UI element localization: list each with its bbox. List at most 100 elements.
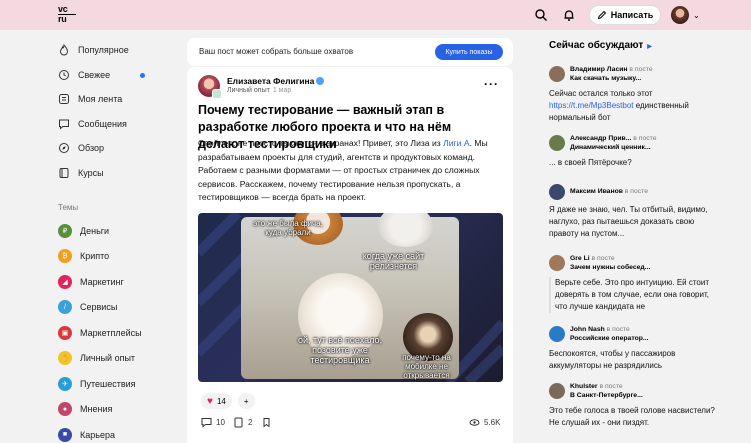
comment-link[interactable]: https://t.me/Mp3Bestbot — [549, 101, 633, 110]
comment-in: в посте — [624, 188, 648, 195]
meme-caption-top-right: когда уже сайт релизнется — [362, 251, 425, 271]
logo[interactable]: vc ru — [58, 5, 76, 24]
plane-icon: ✈ — [58, 376, 72, 391]
add-reaction-label: + — [243, 396, 249, 406]
chevron-down-icon[interactable]: ⌄ — [693, 11, 700, 20]
bookmark-button[interactable] — [261, 417, 272, 428]
comment-post-title[interactable]: Как скачать музыку... — [570, 75, 641, 82]
post-image-meme[interactable]: это же была фича, куда убрали когда уже … — [198, 213, 503, 382]
theme-item-personal[interactable]: ✋ Личный опыт — [58, 346, 178, 372]
pencil-icon — [597, 10, 606, 20]
theme-item-marketplaces[interactable]: ▣ Маркетплейсы — [58, 320, 178, 346]
heart-icon: ♥ — [207, 395, 213, 407]
comment-text: Это тебе голоса в твоей голове насвистел… — [549, 406, 715, 427]
comment-text: Верьте себе. Это про интуицию. Ей стоит … — [549, 277, 719, 313]
comment-item[interactable]: Владимир Ласин в посте Как скачать музык… — [549, 66, 724, 126]
sidebar-item-label: Свежее — [78, 69, 111, 80]
comment-author[interactable]: Максим Иванов — [570, 188, 623, 195]
comment-author[interactable]: Александр Прив... — [570, 135, 631, 142]
bell-icon[interactable] — [562, 8, 576, 22]
theme-label: Деньги — [80, 225, 110, 236]
comment-text: ... в своей Пятёрочке? — [549, 158, 632, 167]
discussion-title: Сейчас обсуждают — [549, 40, 644, 51]
like-reaction[interactable]: ♥ 14 — [201, 393, 232, 409]
reactions-bar: ♥ 14 + — [201, 393, 255, 409]
top-bar: vc ru Написать ⌄ — [0, 0, 751, 30]
avatar[interactable] — [549, 66, 565, 82]
post-body-text: Спойлер: не просто тыкаются в экранах! П… — [198, 138, 444, 148]
theme-item-services[interactable]: / Сервисы — [58, 295, 178, 321]
arrow-right-icon: ▶ — [647, 44, 652, 50]
author-name[interactable]: Елизавета Фелигина — [227, 76, 325, 86]
search-icon[interactable] — [534, 8, 548, 22]
write-button-label: Написать — [610, 10, 654, 20]
theme-label: Маркетплейсы — [80, 327, 142, 338]
comment-author[interactable]: Владимир Ласин — [570, 66, 628, 73]
themes-heading: Темы — [58, 203, 79, 212]
comment-author[interactable]: Gre Li — [570, 255, 590, 262]
sidebar-item-my-feed[interactable]: Моя лента — [58, 87, 178, 112]
clock-icon — [59, 69, 69, 80]
comment-text: Я даже не знаю, чел. Ты отбитый, видимо,… — [549, 205, 708, 238]
theme-label: Сервисы — [80, 302, 118, 313]
write-button[interactable]: Написать — [589, 5, 661, 25]
feed-icon — [59, 94, 69, 105]
post-body-link[interactable]: Лиги А — [443, 138, 470, 148]
shopping-bag-icon: ▣ — [58, 325, 72, 340]
discussion-heading[interactable]: Сейчас обсуждают ▶ — [549, 40, 652, 51]
theme-item-crypto[interactable]: ₿ Крипто — [58, 244, 178, 270]
post-actions: 10 2 5.6K — [201, 417, 501, 431]
more-options-icon[interactable]: ··· — [484, 77, 499, 91]
comment-post-title[interactable]: Российские оператор... — [570, 335, 649, 342]
theme-item-opinions[interactable]: ● Мнения — [58, 397, 178, 423]
comments-button[interactable]: 10 — [201, 417, 225, 428]
post-category[interactable]: Личный опыт — [227, 87, 270, 94]
views-count: 5.6K — [484, 418, 501, 427]
meme-caption-bottom-left: ой, тут всё поехало, позовите уже тестир… — [297, 335, 382, 365]
sidebar-item-fresh[interactable]: Свежее — [58, 63, 178, 88]
services-icon: / — [58, 300, 72, 315]
comment-item[interactable]: Gre Li в посте Зачем нужны собесед... Ве… — [549, 255, 724, 320]
avatar[interactable] — [549, 255, 565, 271]
sidebar-item-popular[interactable]: Популярное — [58, 38, 178, 63]
megaphone-icon: ◢ — [58, 274, 72, 289]
avatar[interactable] — [549, 135, 565, 151]
add-reaction-button[interactable]: + — [237, 393, 255, 409]
theme-item-career[interactable]: ■ Карьера — [58, 422, 178, 443]
bitcoin-icon: ₿ — [58, 249, 72, 264]
money-icon: ₽ — [58, 223, 72, 238]
repost-icon — [234, 417, 243, 428]
comment-item[interactable]: Максим Иванов в посте Я даже не знаю, че… — [549, 184, 724, 244]
bookmark-icon — [263, 418, 270, 428]
theme-item-marketing[interactable]: ◢ Маркетинг — [58, 269, 178, 295]
user-avatar[interactable] — [671, 6, 689, 24]
comment-post-title[interactable]: В Санкт-Петербурге... — [570, 392, 643, 399]
avatar[interactable] — [549, 326, 565, 342]
comment-author[interactable]: John Nash — [570, 326, 605, 333]
comment-item[interactable]: John Nash в посте Российские оператор...… — [549, 326, 724, 376]
repost-button[interactable]: 2 — [233, 417, 252, 428]
sidebar-item-label: Сообщения — [78, 118, 127, 129]
sidebar-item-overview[interactable]: Обзор — [58, 136, 178, 161]
comment-header: Khulster в посте — [570, 383, 623, 390]
comment-author[interactable]: Khulster — [570, 383, 598, 390]
theme-label: Крипто — [80, 251, 110, 262]
post-time: 1 мар — [272, 87, 292, 94]
sidebar-item-courses[interactable]: Курсы — [58, 161, 178, 186]
theme-label: Мнения — [80, 404, 113, 415]
avatar[interactable] — [549, 383, 565, 399]
avatar[interactable] — [549, 184, 565, 200]
logo-top: vc — [58, 4, 68, 14]
buy-impressions-button[interactable]: Купить показы — [435, 44, 503, 60]
comment-item[interactable]: Khulster в посте В Санкт-Петербурге... Э… — [549, 383, 724, 443]
sidebar-item-messages[interactable]: Сообщения — [58, 112, 178, 137]
comment-item[interactable]: Александр Прив... в посте Динамический ц… — [549, 135, 724, 175]
theme-item-travel[interactable]: ✈ Путешествия — [58, 371, 178, 397]
comment-header: Максим Иванов в посте — [570, 188, 648, 195]
reposts-count: 2 — [248, 418, 253, 427]
comment-post-title[interactable]: Динамический ценник... — [570, 144, 651, 151]
comment-header: Владимир Ласин в посте — [570, 66, 653, 73]
theme-item-money[interactable]: ₽ Деньги — [58, 218, 178, 244]
comment-post-title[interactable]: Зачем нужны собесед... — [570, 264, 650, 271]
sidebar-item-label: Популярное — [78, 45, 129, 56]
